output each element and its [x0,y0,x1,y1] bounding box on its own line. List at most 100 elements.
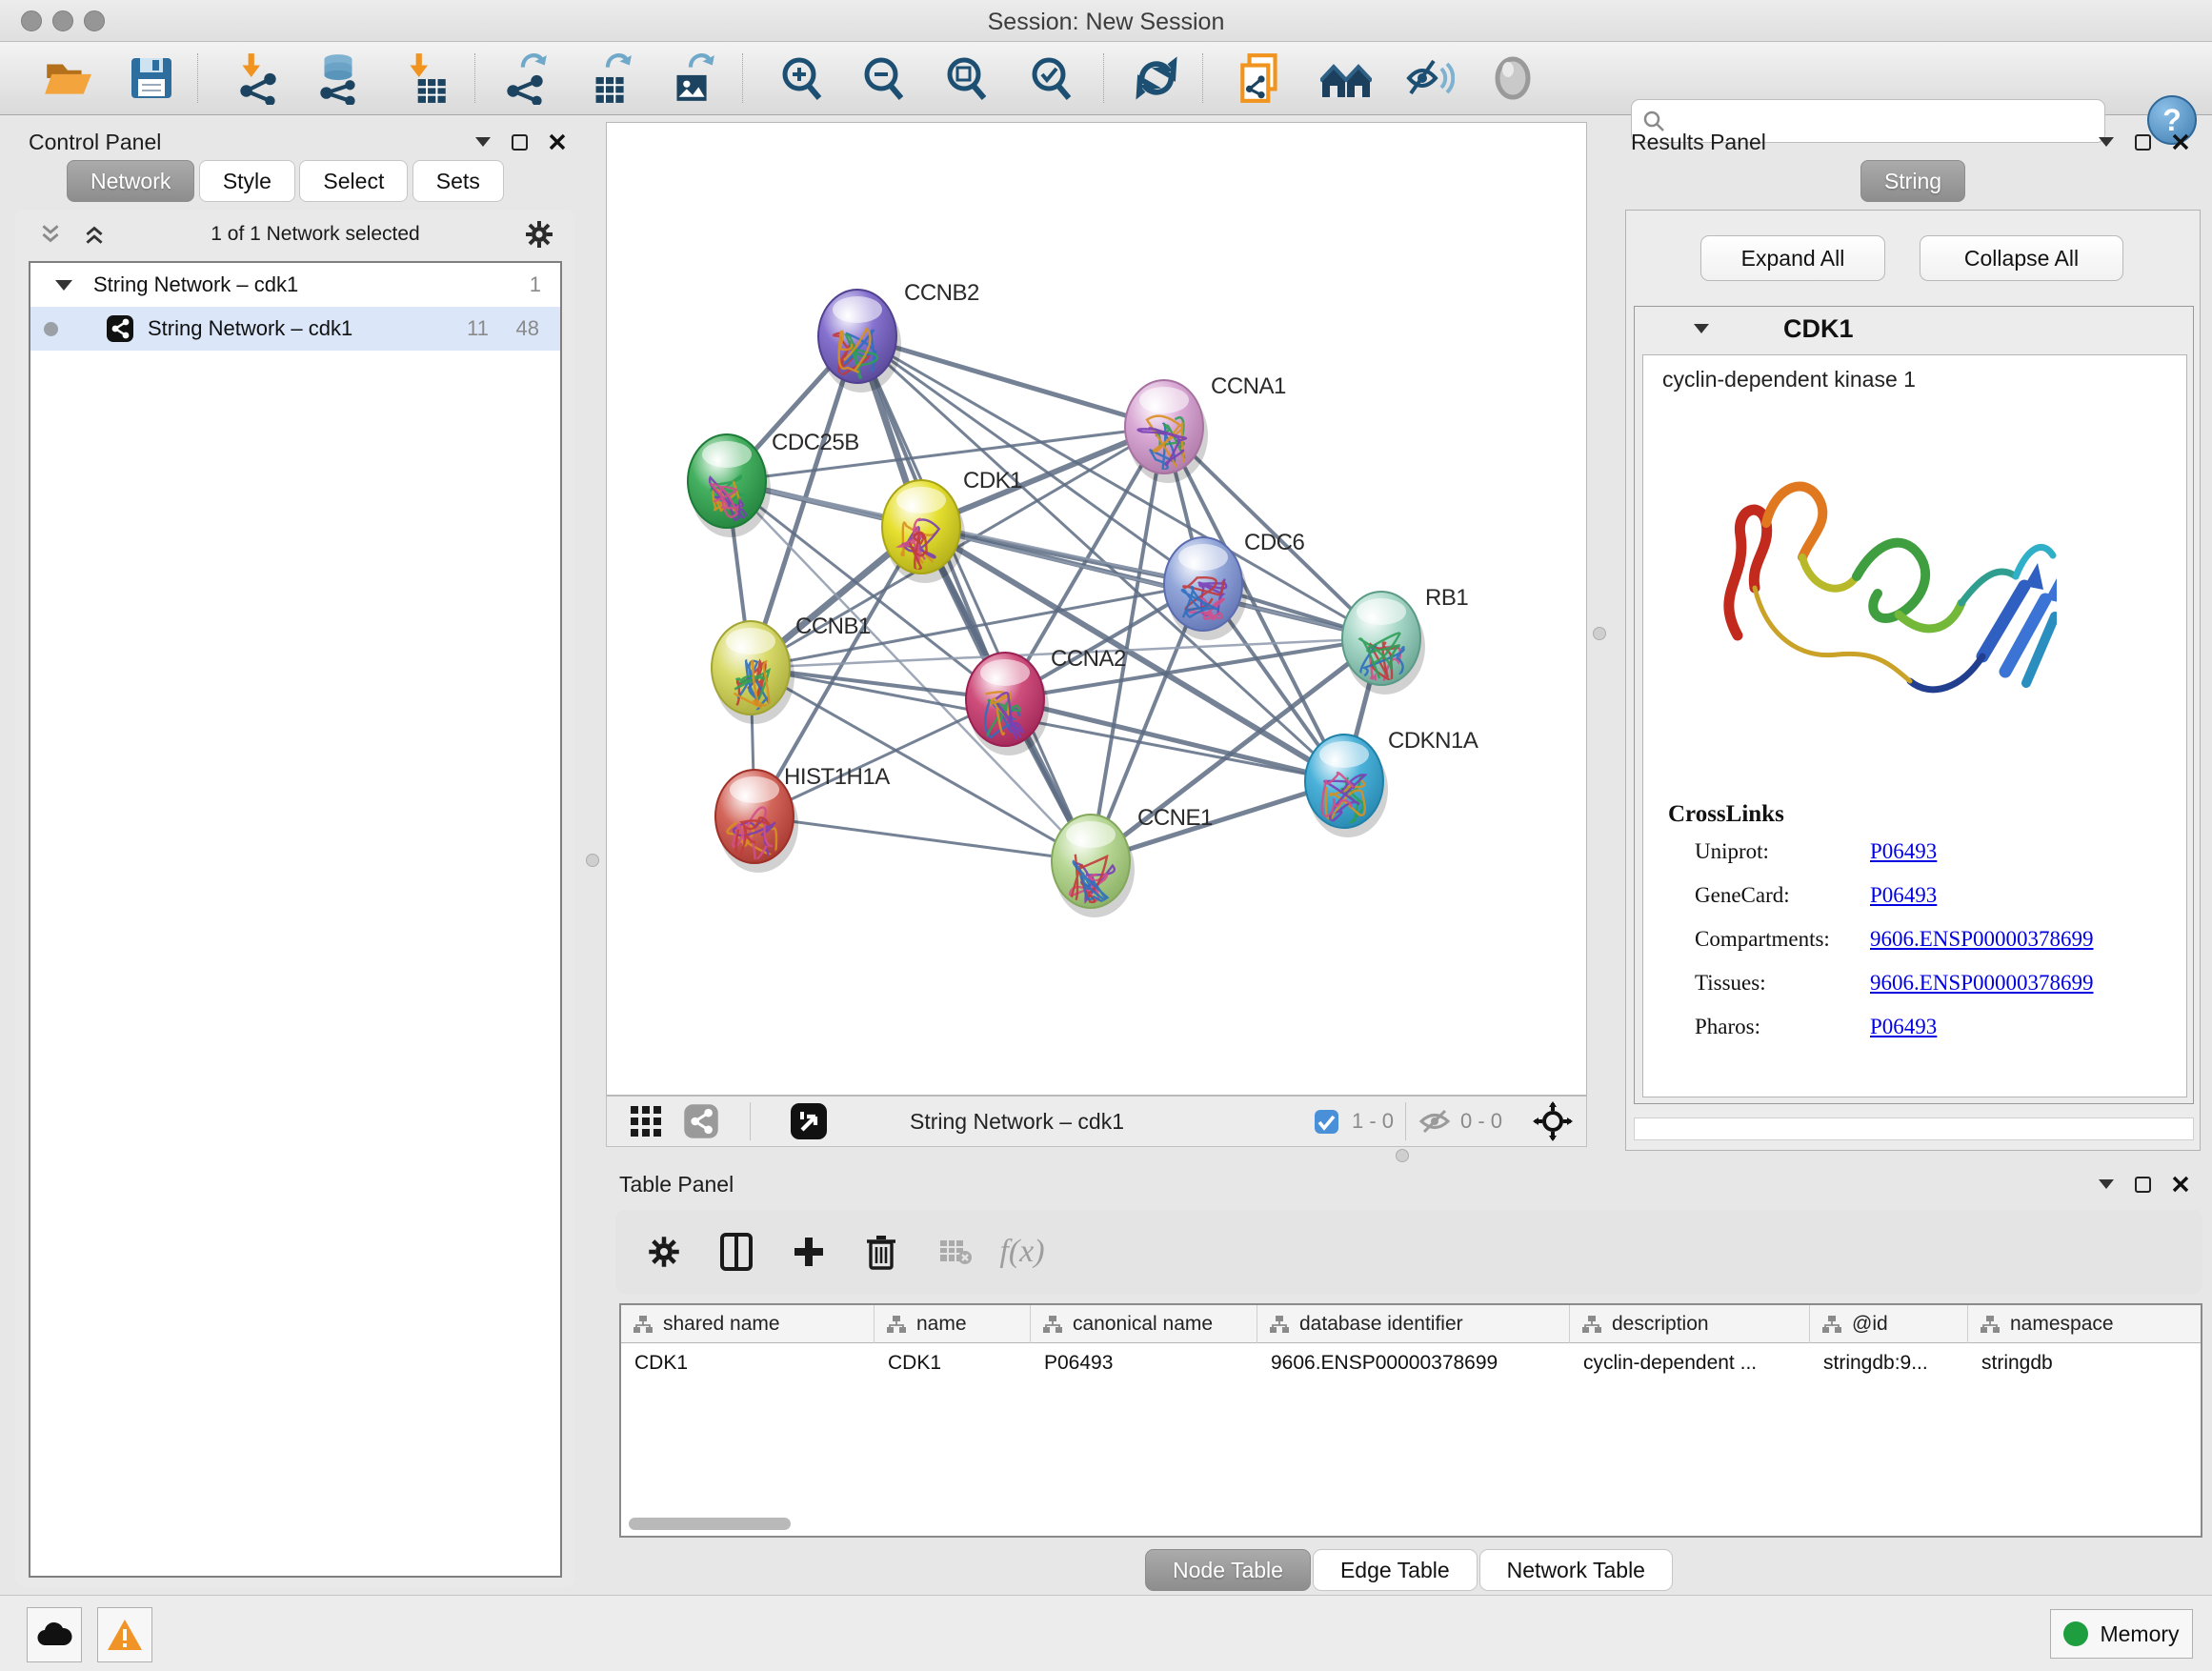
show-graphics-details-button[interactable] [1483,48,1542,109]
apply-layout-button[interactable] [1127,48,1186,109]
compartments-link[interactable]: 9606.ENSP00000378699 [1870,927,2094,952]
panel-menu-icon[interactable] [2099,137,2114,147]
cell-databaseidentifier[interactable]: 9606.ENSP00000378699 [1257,1344,1570,1382]
create-column-button[interactable] [779,1223,838,1280]
expand-all-button[interactable]: Expand All [1700,235,1885,281]
show-grid-button[interactable] [630,1097,662,1146]
node-CCNA2[interactable] [966,653,1049,755]
cloud-status-button[interactable] [27,1607,82,1662]
collapse-all-icon[interactable] [38,222,63,247]
tab-node-table[interactable]: Node Table [1145,1549,1311,1591]
column-header-name[interactable]: name [875,1305,1031,1343]
expand-all-icon[interactable] [82,222,107,247]
column-header-namespace[interactable]: namespace [1968,1305,2202,1343]
tab-network[interactable]: Network [67,160,194,202]
edge-CCNB2-CCNE1[interactable] [857,336,1091,861]
left-splitter-handle[interactable] [586,854,599,867]
column-header-canonicalname[interactable]: canonical name [1031,1305,1257,1343]
close-panel-icon[interactable] [2172,133,2189,151]
collection-expand-icon[interactable] [55,280,72,291]
gear-icon[interactable] [524,219,554,250]
import-network-from-file-button[interactable] [229,48,288,109]
node-CCNB2[interactable] [818,290,901,393]
tab-edge-table[interactable]: Edge Table [1313,1549,1478,1591]
network-graph[interactable]: CCNB2CCNA1CDC25BCDK1CDC6RB1CCNB1CCNA2CDK… [607,123,1586,1095]
export-table-button[interactable] [578,48,637,109]
panel-menu-icon[interactable] [2099,1179,2114,1189]
float-panel-icon[interactable] [512,134,528,151]
column-header-id[interactable]: @id [1810,1305,1968,1343]
export-image-button[interactable] [661,48,720,109]
node-CDKN1A[interactable] [1305,735,1388,837]
network-canvas[interactable]: CCNB2CCNA1CDC25BCDK1CDC6RB1CCNB1CCNA2CDK… [606,122,1587,1096]
tab-sets[interactable]: Sets [412,160,504,202]
cytoscape-home-button[interactable] [1317,48,1376,109]
tab-network-table[interactable]: Network Table [1479,1549,1673,1591]
node-CDK1[interactable] [882,480,965,583]
pharos-link[interactable]: P06493 [1870,1015,1937,1039]
export-network-button[interactable] [495,48,554,109]
cell-sharedname[interactable]: CDK1 [621,1344,875,1382]
column-header-description[interactable]: description [1570,1305,1810,1343]
right-splitter-handle[interactable] [1593,627,1606,640]
cell-namespace[interactable]: stringdb [1968,1344,2202,1382]
birdseye-toggle-button[interactable] [790,1097,828,1146]
zoom-fit-button[interactable] [936,48,995,109]
show-columns-button[interactable] [707,1223,766,1280]
edge-CCNA2-HIST1H1A[interactable] [754,699,1005,816]
zoom-selected-button[interactable] [1021,48,1080,109]
import-table-from-file-button[interactable] [396,48,455,109]
open-documentation-button[interactable] [1232,48,1291,109]
tissues-link[interactable]: 9606.ENSP00000378699 [1870,971,2094,996]
tab-style[interactable]: Style [199,160,295,202]
tab-string-results[interactable]: String [1860,160,1965,202]
column-header-sharedname[interactable]: shared name [621,1305,875,1343]
uniprot-link[interactable]: P06493 [1870,839,1937,864]
close-panel-icon[interactable] [549,133,566,151]
zoom-out-button[interactable] [854,48,913,109]
node-CCNA1[interactable] [1125,380,1208,483]
table-hscrollbar[interactable] [629,1518,791,1530]
hidden-toggle[interactable] [1418,1097,1451,1146]
close-panel-icon[interactable] [2172,1176,2189,1193]
edge-HIST1H1A-CCNE1[interactable] [754,816,1091,861]
node-RB1[interactable] [1342,592,1425,695]
cell-id[interactable]: stringdb:9... [1810,1344,1968,1382]
table-row[interactable]: CDK1CDK1P064939606.ENSP00000378699cyclin… [621,1344,2202,1382]
table-options-button[interactable] [634,1223,694,1280]
tab-select[interactable]: Select [299,160,408,202]
genecard-link[interactable]: P06493 [1870,883,1937,908]
float-panel-icon[interactable] [2135,134,2151,151]
collapse-all-button[interactable]: Collapse All [1920,235,2123,281]
cell-description[interactable]: cyclin-dependent ... [1570,1344,1810,1382]
horizontal-splitter-handle[interactable] [1396,1149,1409,1162]
selected-checkbox[interactable] [1314,1097,1339,1146]
panel-menu-icon[interactable] [475,137,491,147]
fit-selected-button[interactable] [1533,1097,1573,1146]
section-collapse-icon[interactable] [1694,324,1709,333]
memory-button[interactable]: Memory [2050,1609,2193,1659]
cdk1-section-header[interactable]: CDK1 [1635,307,2193,351]
save-session-button[interactable] [122,48,181,109]
string-view-button[interactable] [683,1097,719,1146]
results-scrollbar-track[interactable] [1634,1117,2194,1140]
column-header-databaseidentifier[interactable]: database identifier [1257,1305,1570,1343]
node-CCNE1[interactable] [1052,815,1135,917]
node-label-CDC25B: CDC25B [772,430,859,455]
zoom-in-button[interactable] [772,48,831,109]
node-CDC25B[interactable] [688,434,771,537]
cell-name[interactable]: CDK1 [875,1344,1031,1382]
network-row[interactable]: String Network – cdk1 11 48 [30,307,560,351]
open-session-button[interactable] [38,48,97,109]
network-collection-row[interactable]: String Network – cdk1 1 [30,263,560,307]
float-panel-icon[interactable] [2135,1177,2151,1193]
column-label: canonical name [1073,1313,1213,1336]
edge-CCNB2-CCNA1[interactable] [857,336,1164,427]
import-network-from-database-button[interactable] [309,48,368,109]
cell-canonicalname[interactable]: P06493 [1031,1344,1257,1382]
delete-column-button[interactable] [852,1223,911,1280]
node-CCNB1[interactable] [712,621,794,724]
hide-graphics-details-button[interactable] [1399,48,1458,109]
node-table[interactable]: shared namename canonical name database id… [619,1303,2202,1538]
warnings-button[interactable] [97,1607,152,1662]
